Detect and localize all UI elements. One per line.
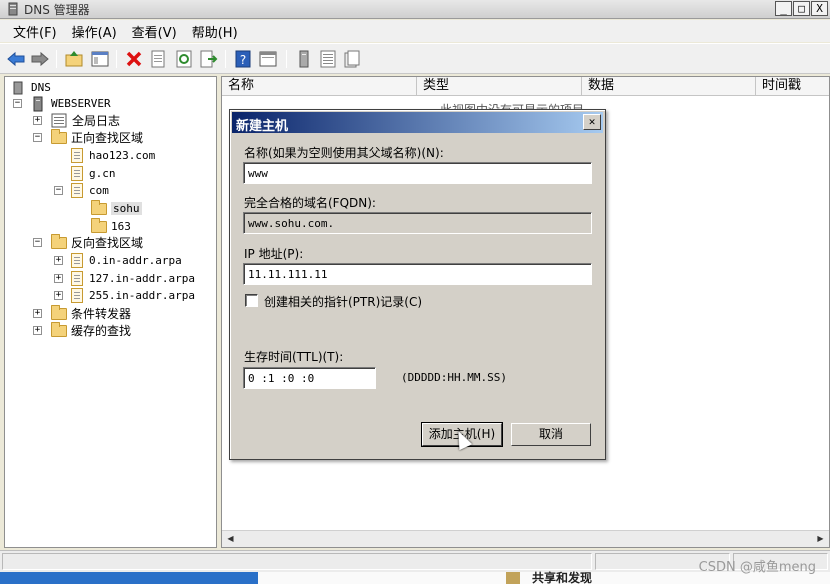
help-icon[interactable]: ?: [233, 49, 253, 69]
scroll-right-icon[interactable]: ▶: [814, 533, 827, 545]
properties-icon[interactable]: [148, 49, 168, 69]
log-icon: [51, 113, 67, 128]
tree-node-reverse-255[interactable]: 255.in-addr.arpa: [71, 287, 195, 304]
folder-icon: [91, 199, 107, 215]
zone-file-icon: [71, 183, 83, 198]
menu-file[interactable]: 文件(F): [6, 22, 65, 41]
tree-node-conditional-forwarders[interactable]: 条件转发器: [51, 304, 131, 322]
forward-arrow-icon[interactable]: [30, 49, 50, 69]
column-header-data[interactable]: 数据: [582, 77, 756, 96]
column-header-type[interactable]: 类型: [417, 77, 582, 96]
maximize-button[interactable]: □: [793, 1, 810, 16]
column-header-timestamp[interactable]: 时间戳: [756, 77, 829, 96]
collapse-toggle-server[interactable]: −: [13, 99, 22, 108]
record-list-icon[interactable]: [318, 49, 338, 69]
back-arrow-icon[interactable]: [6, 49, 26, 69]
expand-toggle-cached[interactable]: +: [33, 326, 42, 335]
collapse-toggle-reverse[interactable]: −: [33, 238, 42, 247]
menu-bar: 文件(F) 操作(A) 查看(V) 帮助(H): [0, 20, 830, 42]
server-icon: [33, 96, 43, 111]
watermark: CSDN @咸鱼meng: [698, 560, 816, 575]
folder-icon: [51, 233, 67, 249]
zone-file-icon: [71, 148, 83, 163]
tree-node-zone-com[interactable]: com: [71, 182, 109, 199]
zone-file-icon: [71, 271, 83, 286]
host-name-input[interactable]: www: [243, 162, 592, 184]
window-title: DNS 管理器: [24, 3, 90, 17]
dialog-close-icon[interactable]: ✕: [583, 114, 601, 130]
taskbar-item-label[interactable]: 共享和发现: [532, 569, 592, 584]
ttl-input[interactable]: 0 :1 :0 :0: [243, 367, 376, 389]
tree-node-global-log[interactable]: 全局日志: [51, 112, 120, 129]
fqdn-label: 完全合格的域名(FQDN):: [244, 196, 376, 210]
cancel-button[interactable]: 取消: [511, 423, 591, 446]
folder-icon: [91, 217, 107, 233]
tree-node-zone-hao123[interactable]: hao123.com: [71, 147, 155, 164]
show-hide-tree-icon[interactable]: [90, 49, 110, 69]
taskbar-start-area: [0, 572, 258, 584]
ttl-label: 生存时间(TTL)(T):: [244, 350, 344, 364]
ttl-format-hint: (DDDDD:HH.MM.SS): [401, 371, 507, 384]
create-ptr-checkbox[interactable]: [245, 294, 258, 307]
tree-node-webserver[interactable]: WEBSERVER: [31, 95, 111, 112]
zone-file-icon: [71, 288, 83, 303]
tree-node-zone-g-cn[interactable]: g.cn: [71, 165, 116, 182]
expand-toggle-global-log[interactable]: +: [33, 116, 42, 125]
collapse-toggle-forward[interactable]: −: [33, 133, 42, 142]
expand-toggle-reverse-0[interactable]: +: [54, 256, 63, 265]
expand-toggle-reverse-255[interactable]: +: [54, 291, 63, 300]
console-view-icon[interactable]: [258, 49, 278, 69]
dialog-title-bar: 新建主机 ✕: [232, 112, 603, 134]
delete-icon[interactable]: [124, 49, 144, 69]
name-label: 名称(如果为空则使用其父域名称)(N):: [244, 146, 444, 160]
column-header-name[interactable]: 名称: [222, 77, 417, 96]
status-segment-main: [2, 553, 592, 570]
menu-action[interactable]: 操作(A): [65, 22, 125, 41]
tree-node-cached-lookups[interactable]: 缓存的查找: [51, 321, 131, 339]
folder-icon: [51, 304, 67, 320]
up-folder-icon[interactable]: [64, 49, 84, 69]
new-host-dialog: 新建主机 ✕ 名称(如果为空则使用其父域名称)(N): www 完全合格的域名(…: [229, 109, 606, 460]
tree-node-dns[interactable]: DNS: [11, 79, 51, 96]
create-ptr-label[interactable]: 创建相关的指针(PTR)记录(C): [264, 293, 422, 310]
zone-file-icon: [71, 253, 83, 268]
menu-help[interactable]: 帮助(H): [185, 22, 246, 41]
expand-toggle-reverse-127[interactable]: +: [54, 274, 63, 283]
folder-icon: [51, 128, 67, 144]
expand-toggle-conditional[interactable]: +: [33, 309, 42, 318]
fqdn-field: www.sohu.com.: [243, 212, 592, 234]
dialog-title: 新建主机: [236, 119, 289, 134]
scroll-left-icon[interactable]: ◀: [224, 533, 237, 545]
minimize-button[interactable]: _: [775, 1, 792, 16]
sharing-icon: [506, 572, 520, 584]
window-title-bar: DNS 管理器 _ □ X: [0, 0, 830, 19]
tree-node-reverse-zone[interactable]: 反向查找区域: [51, 233, 143, 251]
console-tree: DNS − WEBSERVER + 全局日志 − 正向查找区域 hao123.c…: [4, 76, 217, 548]
tree-node-sohu[interactable]: sohu: [91, 199, 142, 217]
svg-text:?: ?: [240, 53, 246, 67]
tree-node-forward-zone[interactable]: 正向查找区域: [51, 128, 143, 146]
ip-address-label: IP 地址(P):: [244, 247, 304, 261]
horizontal-scrollbar[interactable]: ◀ ▶: [222, 530, 829, 547]
menu-view[interactable]: 查看(V): [125, 22, 185, 41]
zone-file-icon: [71, 166, 83, 181]
folder-icon: [51, 321, 67, 337]
tree-node-reverse-0[interactable]: 0.in-addr.arpa: [71, 252, 182, 269]
dns-server-icon: [8, 2, 18, 16]
tree-node-163[interactable]: 163: [91, 217, 131, 235]
server-icon[interactable]: [294, 49, 314, 69]
refresh-icon[interactable]: [174, 49, 194, 69]
ip-address-input[interactable]: 11.11.111.11: [243, 263, 592, 285]
export-list-icon[interactable]: [198, 49, 218, 69]
tree-node-reverse-127[interactable]: 127.in-addr.arpa: [71, 270, 195, 287]
toolbar: ?: [0, 43, 830, 74]
dns-icon: [13, 81, 23, 94]
update-files-icon[interactable]: [342, 49, 362, 69]
close-button[interactable]: X: [811, 1, 828, 16]
collapse-toggle-com[interactable]: −: [54, 186, 63, 195]
